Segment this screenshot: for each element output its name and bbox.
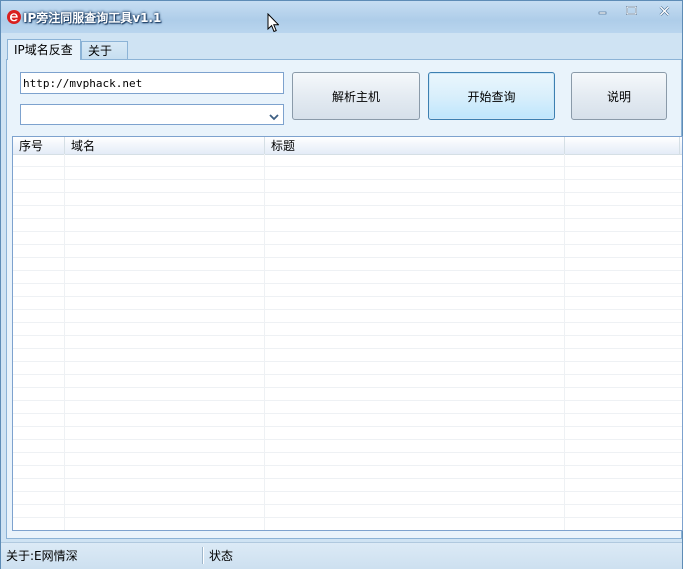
status-separator <box>202 547 204 564</box>
url-input[interactable] <box>20 72 284 94</box>
start-query-button[interactable]: 开始查询 <box>428 72 555 120</box>
maximize-icon <box>625 6 637 16</box>
maximize-button[interactable] <box>618 1 644 21</box>
column-header-title[interactable]: 标题 <box>265 137 565 154</box>
help-button[interactable]: 说明 <box>571 72 667 120</box>
column-header-domain[interactable]: 域名 <box>65 137 265 154</box>
status-about-text: 关于:E网情深 <box>6 549 78 563</box>
grid-line <box>64 154 65 530</box>
resolve-host-button[interactable]: 解析主机 <box>292 72 420 120</box>
app-logo-icon <box>6 9 22 25</box>
minimize-button[interactable] <box>590 1 616 21</box>
window-title: IP旁注同服查询工具v1.1 <box>23 11 162 25</box>
column-header-extra[interactable] <box>565 137 680 154</box>
app-window: IP旁注同服查询工具v1.1 IP域名反查 关于 解析主机 开始查询 <box>0 0 683 569</box>
tab-about[interactable]: 关于 <box>81 41 128 59</box>
minimize-icon <box>598 6 608 16</box>
grid-line <box>264 154 265 530</box>
status-bar: 关于:E网情深 状态 <box>1 542 682 569</box>
tab-ip-domain-lookup[interactable]: IP域名反查 <box>7 39 81 60</box>
close-icon <box>659 6 670 16</box>
list-body <box>13 154 682 530</box>
status-text: 状态 <box>209 549 234 563</box>
list-header: 序号 域名 标题 <box>13 137 682 155</box>
title-bar[interactable]: IP旁注同服查询工具v1.1 <box>1 1 682 33</box>
close-button[interactable] <box>646 1 682 21</box>
ip-combo-box[interactable] <box>20 104 284 125</box>
results-list[interactable]: 序号 域名 标题 <box>12 136 683 531</box>
chevron-down-icon <box>269 110 279 121</box>
mouse-cursor-icon <box>267 12 280 33</box>
column-header-index[interactable]: 序号 <box>13 137 65 154</box>
grid-line <box>564 154 565 530</box>
